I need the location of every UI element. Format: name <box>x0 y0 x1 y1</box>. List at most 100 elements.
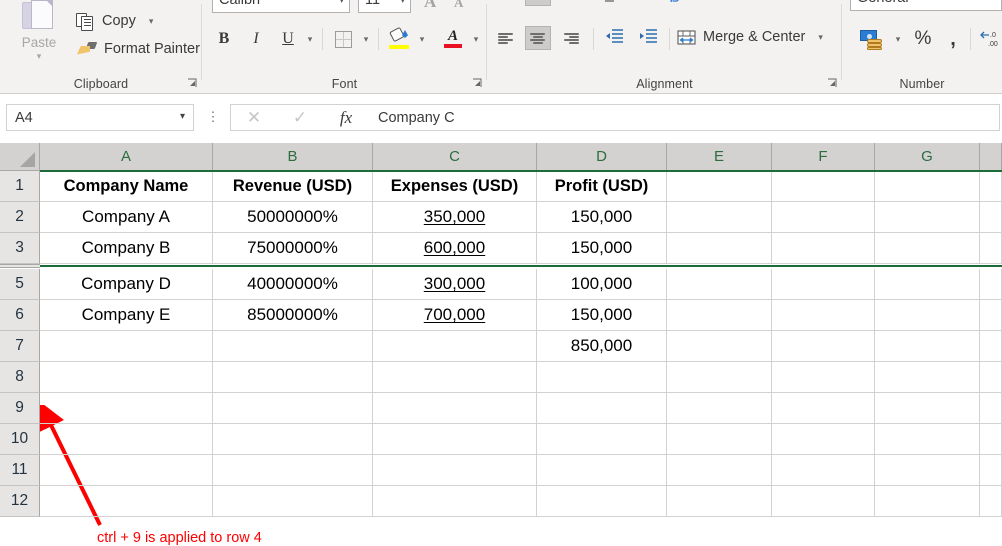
cell-E8[interactable] <box>667 362 772 393</box>
format-painter-button[interactable]: Format Painter <box>76 36 200 62</box>
cell-D11[interactable] <box>537 455 667 486</box>
chevron-down-icon[interactable]: ▾ <box>414 26 430 52</box>
cell-C5[interactable]: 300,000 <box>373 269 537 300</box>
select-all-corner[interactable] <box>0 143 40 171</box>
merge-center-button[interactable]: Merge & Center ▾ <box>677 24 823 50</box>
row-header-9[interactable]: 9 <box>0 393 40 424</box>
cell-D10[interactable] <box>537 424 667 455</box>
cell-G2[interactable] <box>875 202 980 233</box>
font-name-combobox[interactable]: Calibri ▾ <box>212 0 350 13</box>
cell-G9[interactable] <box>875 393 980 424</box>
chevron-down-icon[interactable]: ▾ <box>302 26 318 52</box>
spreadsheet-grid[interactable]: ctrl + 9 is applied to row 4 A B C D E F G 1 Com… <box>0 143 1002 546</box>
cell-B8[interactable] <box>213 362 373 393</box>
align-bottom-button[interactable] <box>559 0 585 6</box>
cell-H9[interactable] <box>980 393 1002 424</box>
chevron-down-icon[interactable]: ▾ <box>818 32 823 43</box>
cell-F3[interactable] <box>772 233 875 264</box>
cell-D9[interactable] <box>537 393 667 424</box>
column-header-F[interactable]: F <box>772 143 875 171</box>
cell-G12[interactable] <box>875 486 980 517</box>
cell-G5[interactable] <box>875 269 980 300</box>
column-header-B[interactable]: B <box>213 143 373 171</box>
cell-E7[interactable] <box>667 331 772 362</box>
orientation-button[interactable] <box>599 0 625 6</box>
cell-B2[interactable]: 50000000% <box>213 202 373 233</box>
font-size-combobox[interactable]: 11 ▾ <box>358 0 411 13</box>
cell-A2[interactable]: Company A <box>40 202 213 233</box>
cell-D3[interactable]: 150,000 <box>537 233 667 264</box>
cell-D7[interactable]: 850,000 <box>537 331 667 362</box>
row-header-5[interactable]: 5 <box>0 269 40 300</box>
cell-F7[interactable] <box>772 331 875 362</box>
cell-E12[interactable] <box>667 486 772 517</box>
chevron-down-icon[interactable]: ▾ <box>400 0 405 6</box>
cell-F12[interactable] <box>772 486 875 517</box>
cell-G1[interactable] <box>875 171 980 202</box>
chevron-down-icon[interactable]: ▾ <box>468 26 484 52</box>
row-header-1[interactable]: 1 <box>0 171 40 202</box>
cell-D6[interactable]: 150,000 <box>537 300 667 331</box>
cell-F9[interactable] <box>772 393 875 424</box>
align-center-button[interactable] <box>525 26 551 50</box>
cell-A7[interactable] <box>40 331 213 362</box>
cell-H3[interactable] <box>980 233 1002 264</box>
font-color-button[interactable]: A <box>440 26 466 52</box>
cell-A5[interactable]: Company D <box>40 269 213 300</box>
cell-G11[interactable] <box>875 455 980 486</box>
cell-H10[interactable] <box>980 424 1002 455</box>
cell-B12[interactable] <box>213 486 373 517</box>
cell-C12[interactable] <box>373 486 537 517</box>
chevron-down-icon[interactable]: ▾ <box>339 0 344 6</box>
align-right-button[interactable] <box>559 26 585 50</box>
cell-G10[interactable] <box>875 424 980 455</box>
cell-D1[interactable]: Profit (USD) <box>537 171 667 202</box>
clipboard-dialog-launcher-icon[interactable] <box>186 77 198 89</box>
column-header-h[interactable] <box>980 143 1002 171</box>
align-left-button[interactable] <box>493 26 519 50</box>
decrease-indent-button[interactable] <box>601 26 627 50</box>
chevron-down-icon[interactable]: ▾ <box>358 26 374 52</box>
column-header-D[interactable]: D <box>537 143 667 171</box>
cell-A3[interactable]: Company B <box>40 233 213 264</box>
increase-indent-button[interactable] <box>635 26 661 50</box>
align-middle-button[interactable] <box>525 0 551 6</box>
cancel-formula-button[interactable]: ✕ <box>231 105 277 130</box>
cell-E3[interactable] <box>667 233 772 264</box>
cell-B3[interactable]: 75000000% <box>213 233 373 264</box>
cell-E10[interactable] <box>667 424 772 455</box>
cell-D2[interactable]: 150,000 <box>537 202 667 233</box>
cell-C10[interactable] <box>373 424 537 455</box>
cell-F6[interactable] <box>772 300 875 331</box>
copy-button[interactable]: Copy ▾ <box>76 8 153 34</box>
cell-F1[interactable] <box>772 171 875 202</box>
cell-C8[interactable] <box>373 362 537 393</box>
cell-A1[interactable]: Company Name <box>40 171 213 202</box>
cell-F11[interactable] <box>772 455 875 486</box>
cell-B7[interactable] <box>213 331 373 362</box>
cell-E2[interactable] <box>667 202 772 233</box>
cell-G3[interactable] <box>875 233 980 264</box>
cell-H5[interactable] <box>980 269 1002 300</box>
cell-H1[interactable] <box>980 171 1002 202</box>
chevron-down-icon[interactable]: ▾ <box>10 51 68 62</box>
alignment-dialog-launcher-icon[interactable] <box>826 77 838 89</box>
chevron-down-icon[interactable]: ▾ <box>180 111 185 122</box>
cell-A11[interactable] <box>40 455 213 486</box>
cell-A12[interactable] <box>40 486 213 517</box>
row-header-7[interactable]: 7 <box>0 331 40 362</box>
row-header-12[interactable]: 12 <box>0 486 40 517</box>
cell-F5[interactable] <box>772 269 875 300</box>
row-header-8[interactable]: 8 <box>0 362 40 393</box>
cell-G7[interactable] <box>875 331 980 362</box>
name-box[interactable]: A4 ▾ <box>6 104 194 131</box>
increase-font-size-button[interactable]: A <box>424 0 436 12</box>
wrap-text-button[interactable]: ab Wrap Text <box>665 0 754 6</box>
italic-button[interactable]: I <box>244 26 268 52</box>
cell-B6[interactable]: 85000000% <box>213 300 373 331</box>
decrease-font-size-button[interactable]: A <box>454 0 463 11</box>
decrease-decimal-button[interactable]: .0 .00 <box>976 26 1002 52</box>
cell-H6[interactable] <box>980 300 1002 331</box>
bold-button[interactable]: B <box>212 26 236 52</box>
enter-formula-button[interactable]: ✓ <box>277 105 323 130</box>
